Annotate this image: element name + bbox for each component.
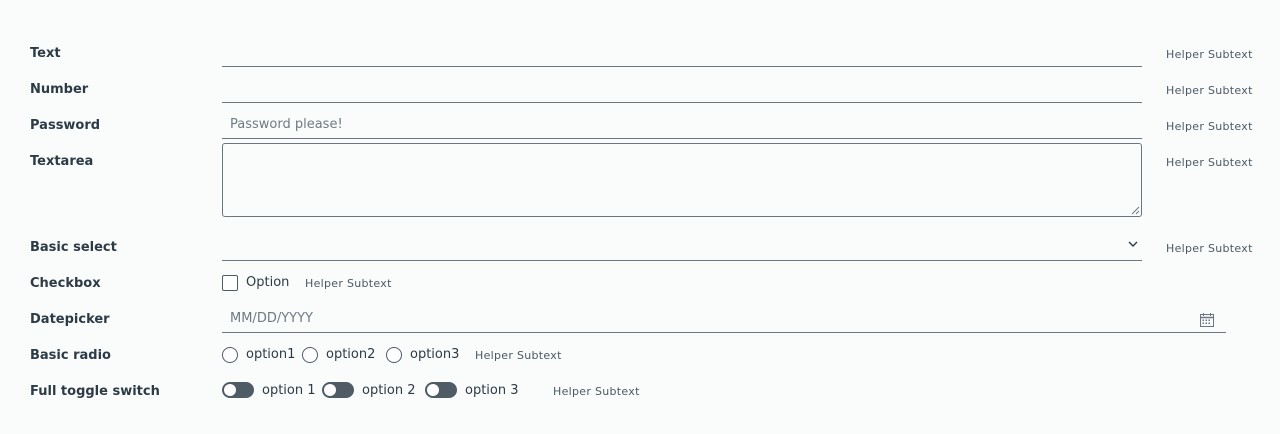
calendar-icon[interactable] — [1199, 312, 1215, 328]
toggle-helper: Helper Subtext — [553, 385, 640, 398]
toggle-option-3[interactable] — [425, 382, 457, 398]
textarea-input[interactable] — [222, 143, 1142, 217]
resize-grip-icon[interactable] — [1131, 206, 1140, 215]
toggle-knob — [224, 384, 236, 396]
radio-option1[interactable] — [222, 347, 238, 363]
option-checkbox[interactable] — [222, 275, 238, 291]
toggle-label: Full toggle switch — [30, 384, 160, 399]
toggle-option-1-label[interactable]: option 1 — [262, 383, 316, 398]
radio-option2[interactable] — [302, 347, 318, 363]
password-placeholder: Password please! — [230, 117, 343, 132]
checkbox-option-label[interactable]: Option — [246, 275, 289, 290]
select-label: Basic select — [30, 240, 117, 255]
datepicker-placeholder: MM/DD/YYYY — [230, 311, 313, 326]
toggle-option-2[interactable] — [322, 382, 354, 398]
password-helper: Helper Subtext — [1166, 120, 1253, 133]
textarea-helper: Helper Subtext — [1166, 156, 1253, 169]
text-helper: Helper Subtext — [1166, 48, 1253, 61]
toggle-option-3-label[interactable]: option 3 — [465, 383, 519, 398]
radio-option3[interactable] — [386, 347, 402, 363]
text-input[interactable] — [222, 42, 1142, 67]
radio-helper: Helper Subtext — [475, 349, 562, 362]
select-helper: Helper Subtext — [1166, 242, 1253, 255]
number-label: Number — [30, 82, 89, 97]
datepicker-input[interactable]: MM/DD/YYYY — [222, 308, 1226, 333]
basic-select[interactable] — [222, 236, 1142, 261]
radio-label: Basic radio — [30, 348, 111, 363]
toggle-option-1[interactable] — [222, 382, 254, 398]
radio-option3-label[interactable]: option3 — [410, 347, 459, 362]
datepicker-label: Datepicker — [30, 312, 110, 327]
chevron-down-icon — [1128, 241, 1138, 247]
radio-option2-label[interactable]: option2 — [326, 347, 375, 362]
toggle-option-2-label[interactable]: option 2 — [362, 383, 416, 398]
password-input[interactable]: Password please! — [222, 114, 1142, 139]
textarea-label: Textarea — [30, 154, 94, 169]
checkbox-helper: Helper Subtext — [305, 277, 392, 290]
password-label: Password — [30, 118, 101, 133]
toggle-knob — [427, 384, 439, 396]
number-input[interactable] — [222, 78, 1142, 103]
checkbox-label: Checkbox — [30, 276, 101, 291]
radio-option1-label[interactable]: option1 — [246, 347, 295, 362]
number-helper: Helper Subtext — [1166, 84, 1253, 97]
text-label: Text — [30, 46, 61, 61]
toggle-knob — [324, 384, 336, 396]
